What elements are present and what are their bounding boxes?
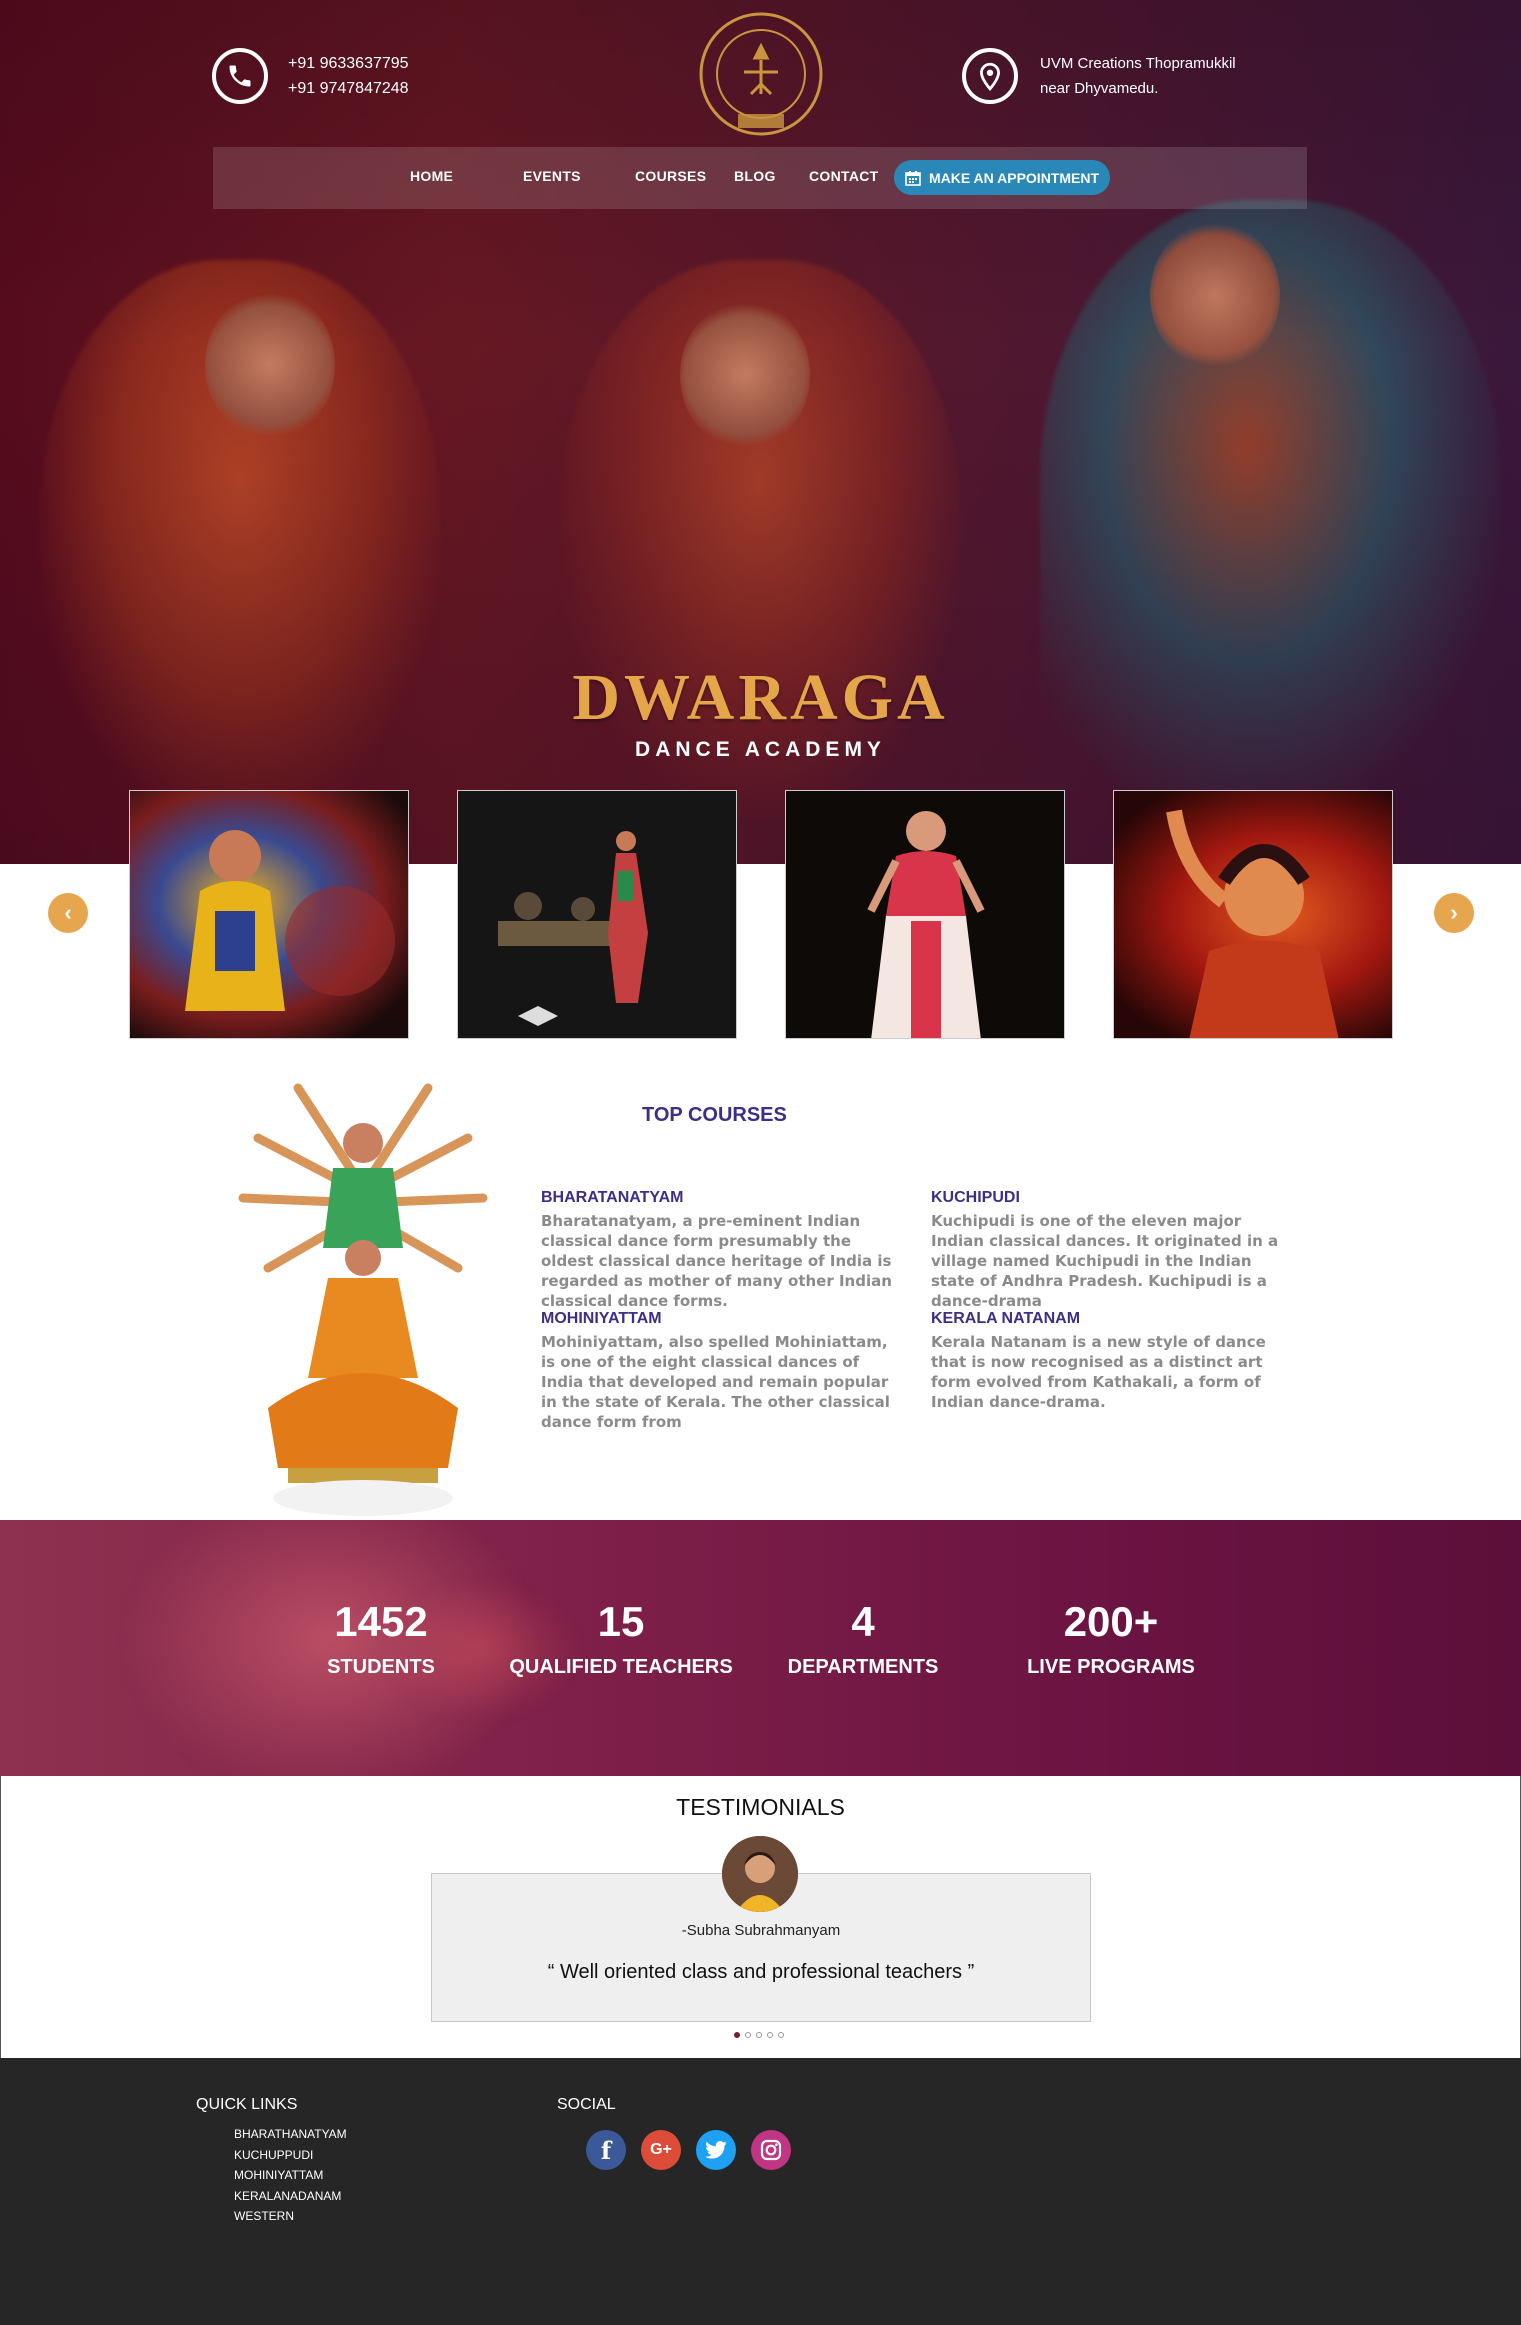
stat-students: 1452 STUDENTS	[327, 1598, 435, 1678]
make-appointment-button[interactable]: MAKE AN APPOINTMENT	[894, 160, 1110, 195]
hero-brand: DWARAGA DANCE ACADEMY	[0, 660, 1521, 762]
chevron-left-icon: ‹	[64, 900, 72, 925]
pagination-dot-3[interactable]	[756, 2032, 762, 2038]
course-title[interactable]: MOHINIYATTAM	[541, 1310, 901, 1328]
course-description: Mohiniyattam, also spelled Mohiniattam, …	[541, 1333, 890, 1431]
course-description: Kuchipudi is one of the eleven major Ind…	[931, 1212, 1279, 1310]
calendar-icon	[905, 170, 921, 186]
hero-banner: +91 9633637795 +91 9747847248 UVM Creati…	[0, 0, 1521, 864]
gallery-image-3[interactable]	[785, 790, 1065, 1039]
testimonials-heading: TESTIMONIALS	[676, 1794, 845, 1820]
facebook-icon[interactable]: f	[586, 2130, 626, 2170]
address-text: UVM Creations Thopramukkil near Dhyvamed…	[1040, 55, 1236, 97]
course-description: Kerala Natanam is a new style of dance t…	[931, 1333, 1266, 1411]
location-pin-icon	[962, 48, 1018, 104]
course-title[interactable]: BHARATANATYAM	[541, 1189, 901, 1207]
gallery-image-1[interactable]	[129, 790, 409, 1039]
gallery-image-2[interactable]	[457, 790, 737, 1039]
nav-blog[interactable]: BLOG	[734, 168, 776, 184]
quick-links-list: BHARATHANATYAM KUCHUPPUDI MOHINIYATTAM K…	[234, 2124, 347, 2227]
course-title[interactable]: KUCHIPUDI	[931, 1189, 1291, 1207]
pagination-dot-5[interactable]	[778, 2032, 784, 2038]
phone-contact: +91 9633637795 +91 9747847248	[212, 48, 409, 104]
academy-logo[interactable]	[696, 10, 826, 145]
gallery-prev-button[interactable]: ‹	[48, 893, 88, 933]
social-heading: SOCIAL	[557, 2096, 616, 2113]
brand-title: DWARAGA	[572, 661, 949, 734]
gallery-image-4[interactable]	[1113, 790, 1393, 1039]
nav-home[interactable]: HOME	[410, 168, 453, 184]
course-bharatanatyam[interactable]: BHARATANATYAM Bharatanatyam, a pre-emine…	[541, 1189, 901, 1311]
quick-links-heading: QUICK LINKS	[196, 2096, 298, 2113]
nav-courses[interactable]: COURSES	[635, 168, 706, 184]
top-courses-heading: TOP COURSES	[642, 1104, 787, 1126]
testimonial-pagination	[734, 2032, 784, 2038]
main-navigation: HOME EVENTS COURSES BLOG CONTACT MAKE AN…	[213, 147, 1307, 209]
chevron-right-icon: ›	[1450, 900, 1458, 925]
google-plus-icon[interactable]: G+	[641, 2130, 681, 2170]
nav-contact[interactable]: CONTACT	[809, 168, 879, 184]
testimonial-quote: “ Well oriented class and professional t…	[547, 1961, 975, 1983]
stat-live-programs: 200+ LIVE PROGRAMS	[1027, 1598, 1195, 1678]
brand-subtitle: DANCE ACADEMY	[635, 738, 886, 761]
goddess-figure-image	[238, 1083, 488, 1516]
course-description: Bharatanatyam, a pre-eminent Indian clas…	[541, 1212, 892, 1310]
course-kerala-natanam[interactable]: KERALA NATANAM Kerala Natanam is a new s…	[931, 1310, 1291, 1412]
pagination-dot-1[interactable]	[734, 2032, 740, 2038]
phone-number-1[interactable]: +91 9633637795	[288, 51, 409, 76]
course-mohiniyattam[interactable]: MOHINIYATTAM Mohiniyattam, also spelled …	[541, 1310, 901, 1432]
pagination-dot-2[interactable]	[745, 2032, 751, 2038]
phone-icon	[212, 48, 268, 104]
nav-events[interactable]: EVENTS	[523, 168, 581, 184]
stats-banner: 1452 STUDENTS 15 QUALIFIED TEACHERS 4 DE…	[0, 1520, 1521, 1776]
course-title[interactable]: KERALA NATANAM	[931, 1310, 1291, 1328]
quick-link-keralanadanam[interactable]: KERALANADANAM	[234, 2186, 347, 2207]
quick-link-kuchuppudi[interactable]: KUCHUPPUDI	[234, 2145, 347, 2166]
gallery-next-button[interactable]: ›	[1434, 893, 1474, 933]
stat-departments: 4 DEPARTMENTS	[787, 1598, 939, 1678]
quick-link-bharathanatyam[interactable]: BHARATHANATYAM	[234, 2124, 347, 2145]
pagination-dot-4[interactable]	[767, 2032, 773, 2038]
phone-number-2[interactable]: +91 9747847248	[288, 76, 409, 101]
instagram-icon[interactable]	[751, 2130, 791, 2170]
course-kuchipudi[interactable]: KUCHIPUDI Kuchipudi is one of the eleven…	[931, 1189, 1291, 1311]
quick-link-western[interactable]: WESTERN	[234, 2206, 347, 2227]
testimonial-author: -Subha Subrahmanyam	[681, 1922, 841, 1939]
stat-teachers: 15 QUALIFIED TEACHERS	[509, 1598, 733, 1678]
twitter-icon[interactable]	[696, 2130, 736, 2170]
avatar	[722, 1836, 798, 1912]
quick-link-mohiniyattam[interactable]: MOHINIYATTAM	[234, 2165, 347, 2186]
location-contact: UVM Creations Thopramukkil near Dhyvamed…	[962, 48, 1260, 104]
